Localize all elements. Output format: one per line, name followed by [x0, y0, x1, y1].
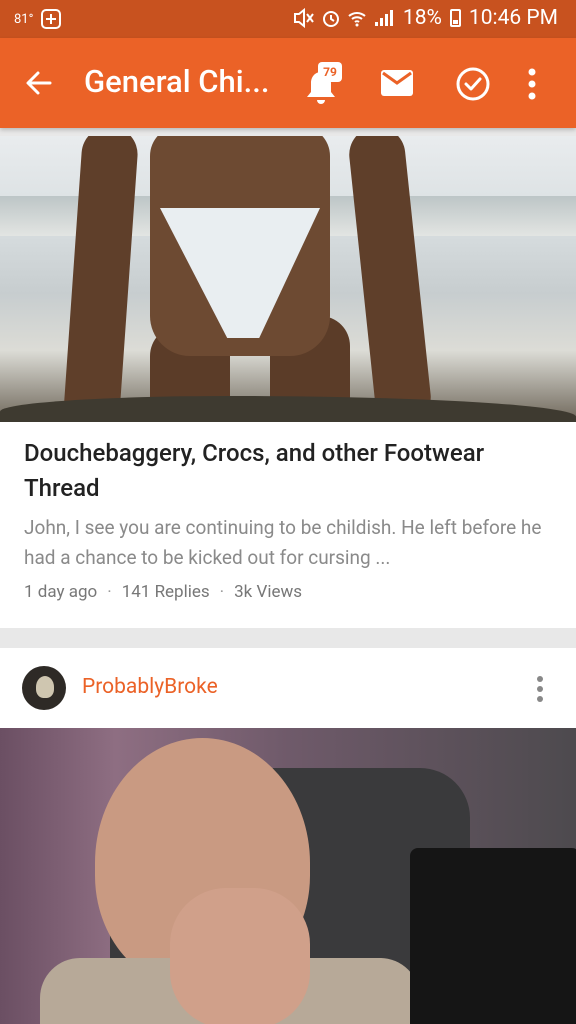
post-time: 1 day ago — [24, 582, 98, 602]
mail-icon[interactable] — [380, 69, 414, 97]
check-circle-icon[interactable] — [455, 66, 491, 102]
post-card[interactable]: Douchebaggery, Crocs, and other Footwear… — [0, 136, 576, 628]
author-name[interactable]: ProbablyBroke — [82, 675, 218, 699]
more-vert-icon[interactable] — [526, 66, 538, 102]
post-title[interactable]: Douchebaggery, Crocs, and other Footwear… — [24, 436, 554, 506]
signal-icon — [374, 10, 393, 26]
view-count: 3k Views — [234, 582, 303, 602]
app-title: General Chi... — [84, 63, 270, 100]
app-bar: General Chi... 79 — [0, 38, 576, 128]
status-left: 81° — [14, 9, 62, 29]
back-arrow-icon[interactable] — [22, 66, 56, 100]
avatar[interactable] — [22, 666, 66, 710]
post-card[interactable]: ProbablyBroke — [0, 648, 576, 1024]
meta-separator: · — [107, 582, 112, 602]
meta-separator: · — [219, 582, 225, 602]
system-icons — [293, 8, 395, 28]
battery-icon — [449, 9, 461, 27]
wifi-icon — [348, 12, 366, 27]
post-excerpt: John, I see you are continuing to be chi… — [24, 516, 542, 569]
battery-percent: 18% — [402, 6, 442, 30]
notifications-button[interactable]: 79 — [303, 62, 343, 104]
health-plus-icon — [41, 9, 62, 29]
alarm-icon — [322, 11, 339, 27]
status-bar: 81° 18% 10:46 PM — [0, 0, 576, 38]
status-right: 18% 10:46 PM — [293, 6, 558, 30]
post-image[interactable] — [0, 136, 576, 422]
clock: 10:46 PM — [468, 6, 558, 30]
temperature: 81° — [14, 11, 34, 27]
more-vert-icon[interactable] — [534, 674, 546, 704]
post-meta: 1 day ago · 141 Replies · 3k Views — [24, 582, 302, 602]
mute-icon — [293, 8, 314, 28]
post-image[interactable] — [0, 728, 576, 1024]
notification-badge: 79 — [318, 62, 342, 82]
reply-count: 141 Replies — [121, 582, 210, 602]
